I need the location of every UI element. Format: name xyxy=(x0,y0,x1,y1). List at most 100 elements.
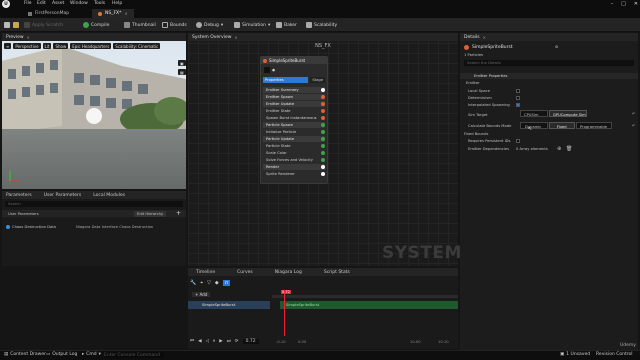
tab-curves[interactable]: Curves xyxy=(237,270,253,275)
minimize-icon[interactable]: – xyxy=(611,1,614,7)
scalability-dropdown[interactable]: Scalability: Cinematic xyxy=(113,43,161,49)
add-parameter-icon[interactable]: + xyxy=(176,210,181,217)
bounds-button[interactable]: Bounds xyxy=(162,21,187,29)
range-end[interactable]: 10.00 xyxy=(410,340,421,344)
module-status-icon[interactable] xyxy=(321,95,325,99)
sim-target-cpu-option[interactable]: CPUSim xyxy=(520,110,548,117)
tab-ns-fx[interactable]: NS_FX* ✕ xyxy=(92,9,134,18)
close-icon[interactable]: ✕ xyxy=(27,35,30,40)
properties-button[interactable]: Properties xyxy=(263,77,309,83)
jump-end-icon[interactable]: ⏭ xyxy=(227,338,231,344)
lit-button[interactable]: Lit xyxy=(42,43,52,49)
unreal-logo-icon[interactable]: U xyxy=(2,0,10,8)
show-button[interactable]: Show xyxy=(53,43,69,49)
edit-hierarchy-button[interactable]: Edit Hierarchy xyxy=(134,210,167,217)
playhead-line[interactable] xyxy=(284,290,285,336)
range-start-2[interactable]: 0.00 xyxy=(298,340,306,344)
parameter-name[interactable]: Chaos Destruction Data xyxy=(12,225,56,229)
emitter-section[interactable]: Particle Spawn xyxy=(263,122,325,128)
tab-script-stats[interactable]: Script Stats xyxy=(324,270,350,275)
emitter-properties-row[interactable]: Properties Stage xyxy=(263,77,325,83)
emitter-module[interactable]: Solve Forces and Velocity xyxy=(263,157,325,163)
emitter-section[interactable]: Particle Update xyxy=(263,136,325,142)
diamond-icon[interactable]: ◆ xyxy=(215,280,219,286)
range-start[interactable]: -0.10 xyxy=(276,340,286,344)
module-status-icon[interactable] xyxy=(321,144,325,148)
baker-button[interactable]: Baker xyxy=(276,21,297,29)
bounds-programmable-option[interactable]: Programmable xyxy=(576,122,612,129)
settings-icon[interactable]: ⚙ xyxy=(555,45,558,49)
console-input[interactable]: Enter Console Command xyxy=(104,352,164,358)
close-icon[interactable]: ✕ xyxy=(634,1,638,7)
enable-icon[interactable]: ● xyxy=(272,68,275,72)
playhead-label[interactable]: 0.72 xyxy=(281,290,291,294)
local-space-checkbox[interactable] xyxy=(516,89,520,93)
tab-parameters[interactable]: Parameters xyxy=(6,193,32,198)
emitter-section[interactable]: Emitter Summary xyxy=(263,87,325,93)
module-status-icon[interactable] xyxy=(321,102,325,106)
sim-target-gpu-option[interactable]: GPUCompute Sim xyxy=(549,110,587,117)
tab-niagara-log[interactable]: Niagara Log xyxy=(275,270,302,275)
module-status-icon[interactable] xyxy=(321,109,325,113)
module-status-icon[interactable] xyxy=(321,88,325,92)
close-tab-icon[interactable]: ✕ xyxy=(124,11,127,16)
module-status-icon[interactable] xyxy=(321,116,325,120)
emitter-module[interactable]: Scale Color xyxy=(263,150,325,156)
tab-first-person-map[interactable]: FirstPersonMap xyxy=(22,9,75,18)
details-search-input[interactable]: Search the Details xyxy=(464,60,634,66)
filter-icon[interactable]: ▽ xyxy=(207,280,211,286)
emitter-section[interactable]: Render xyxy=(263,164,325,170)
apply-scratch-button[interactable]: Apply Scratch xyxy=(24,21,63,29)
module-status-icon[interactable] xyxy=(321,137,325,141)
emitter-module[interactable]: Spawn Burst Instantaneous xyxy=(263,115,325,121)
module-status-icon[interactable] xyxy=(321,172,325,176)
interpolated-checkbox[interactable] xyxy=(516,103,520,107)
debug-button[interactable]: Debug ▾ xyxy=(196,21,223,29)
reset-arrow-icon[interactable]: ↶ xyxy=(632,124,635,128)
perspective-button[interactable]: Perspective xyxy=(13,43,41,49)
maximize-icon[interactable]: □ xyxy=(621,1,626,7)
tab-timeline[interactable]: Timeline xyxy=(196,270,215,275)
key-icon[interactable]: 🔧 xyxy=(190,280,196,286)
environment-button[interactable]: Epic Headquarters xyxy=(70,43,112,49)
determinism-checkbox[interactable] xyxy=(516,96,520,100)
content-drawer-button[interactable]: ▤ Content Drawer xyxy=(4,352,46,357)
params-search-input[interactable]: Search xyxy=(5,201,183,207)
emitter-section[interactable]: Emitter Spawn xyxy=(263,94,325,100)
next-frame-icon[interactable]: ▶ xyxy=(219,339,222,344)
camera-icon[interactable]: ▣ xyxy=(178,60,186,66)
menu-help[interactable]: Help xyxy=(112,1,122,6)
grid-icon[interactable]: ▦ xyxy=(178,69,186,75)
loop-icon[interactable]: ⟳ xyxy=(235,339,239,344)
tab-details[interactable]: Details ✕ xyxy=(460,33,638,41)
add-element-icon[interactable]: ⊕ xyxy=(557,146,561,152)
menu-edit[interactable]: Edit xyxy=(37,1,46,6)
tab-system-overview[interactable]: System Overview ✕ xyxy=(188,33,458,41)
menu-file[interactable]: File xyxy=(24,1,32,6)
thumbnail-button[interactable]: Thumbnail xyxy=(124,21,156,29)
module-status-icon[interactable] xyxy=(321,158,325,162)
prev-frame-icon[interactable]: ◀ xyxy=(198,339,201,344)
unsaved-button[interactable]: ▣ 1 Unsaved xyxy=(560,352,590,357)
emitter-module[interactable]: Sprite Renderer xyxy=(263,171,325,177)
menu-asset[interactable]: Asset xyxy=(52,1,64,6)
snap-icon[interactable]: ⌖ xyxy=(200,280,203,286)
menu-window[interactable]: Window xyxy=(70,1,88,6)
output-log-button[interactable]: ▭ Output Log xyxy=(46,352,77,357)
time-field[interactable]: 0.72 xyxy=(242,338,259,344)
user-parameters-header[interactable]: User Parameters Edit Hierarchy + xyxy=(2,210,186,217)
preview-viewport[interactable] xyxy=(2,41,186,189)
emitter-module[interactable]: Emitter State xyxy=(263,108,325,114)
compile-button[interactable]: Compile xyxy=(83,21,109,29)
persistent-ids-checkbox[interactable] xyxy=(516,139,520,143)
track-row[interactable]: SimpleSpriteBurst xyxy=(188,301,270,309)
tab-preview[interactable]: Preview ✕ xyxy=(2,33,186,41)
module-status-icon[interactable] xyxy=(321,165,325,169)
module-status-icon[interactable] xyxy=(321,151,325,155)
menu-tools[interactable]: Tools xyxy=(94,1,105,6)
add-track-button[interactable]: + Add xyxy=(192,292,211,297)
browse-button[interactable] xyxy=(13,21,19,29)
emitter-segment[interactable]: SimpleSpriteBurst xyxy=(280,301,458,309)
jump-start-icon[interactable]: ⏮ xyxy=(190,338,194,344)
close-icon[interactable]: ✕ xyxy=(483,35,486,40)
